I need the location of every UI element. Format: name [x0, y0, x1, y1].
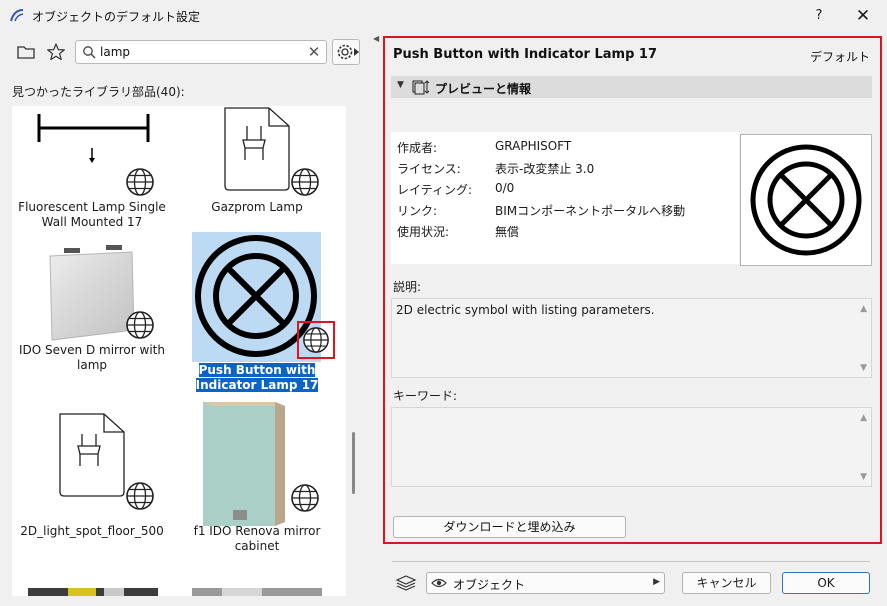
- preview-info-section-header[interactable]: ▼ プレビューと情報: [391, 76, 872, 98]
- library-toolbar: ✕: [0, 38, 372, 66]
- collapse-arrow-icon[interactable]: ▼: [397, 80, 404, 90]
- layer-icon[interactable]: [394, 574, 418, 592]
- keywords-label: キーワード:: [393, 389, 458, 403]
- chevron-right-icon: [354, 48, 359, 56]
- globe-icon: [126, 311, 154, 339]
- info-key: ライセンス:: [397, 162, 461, 176]
- library-item-selected[interactable]: Push Button with Indicator Lamp 17: [177, 232, 337, 394]
- globe-icon: [291, 484, 319, 512]
- info-row-author: 作成者: GRAPHISOFT: [397, 139, 737, 159]
- object-preview: [740, 134, 872, 266]
- scroll-down-icon[interactable]: ▼: [860, 363, 867, 373]
- collapse-left-icon[interactable]: ◀: [373, 34, 379, 43]
- section-title: プレビューと情報: [435, 82, 532, 96]
- info-value: 無償: [495, 225, 520, 239]
- info-row-usage: 使用状況: 無償: [397, 223, 737, 243]
- globe-icon: [126, 482, 154, 510]
- gear-icon: [337, 44, 353, 60]
- found-count-label: 見つかったライブラリ部品(40):: [12, 85, 185, 99]
- keywords-field[interactable]: ▲ ▼: [391, 407, 872, 487]
- globe-icon: [291, 168, 319, 196]
- details-pane: Push Button with Indicator Lamp 17 デフォルト…: [383, 36, 882, 544]
- library-grid[interactable]: Fluorescent Lamp Single Wall Mounted 17 …: [12, 106, 346, 596]
- description-label: 説明:: [393, 280, 422, 294]
- scroll-up-icon[interactable]: ▲: [860, 413, 867, 423]
- default-label[interactable]: デフォルト: [810, 48, 870, 65]
- layer-dropdown[interactable]: オブジェクト ▶: [426, 572, 665, 594]
- library-item[interactable]: 2D_light_spot_floor_500: [12, 398, 172, 560]
- info-value: GRAPHISOFT: [495, 139, 572, 153]
- info-value: 表示-改変禁止 3.0: [495, 162, 595, 176]
- ok-button[interactable]: OK: [782, 572, 870, 594]
- item-label: Push Button with Indicator Lamp 17: [195, 363, 319, 392]
- item-thumbnail: [49, 245, 135, 341]
- library-item[interactable]: f1 IDO Renova mirror cabinet: [177, 398, 337, 560]
- bim-portal-link[interactable]: BIMコンポーネントポータルへ移動: [495, 202, 685, 219]
- folder-icon[interactable]: [16, 42, 36, 62]
- library-scrollbar[interactable]: [352, 432, 355, 494]
- item-thumbnail-partial: [192, 588, 322, 596]
- search-settings-button[interactable]: [332, 39, 360, 65]
- scroll-up-icon[interactable]: ▲: [860, 304, 867, 314]
- object-info-panel: 作成者: GRAPHISOFT ライセンス: 表示-改変禁止 3.0 レイティン…: [391, 132, 739, 264]
- cancel-button[interactable]: キャンセル: [682, 572, 771, 594]
- item-label: f1 IDO Renova mirror cabinet: [193, 524, 321, 553]
- search-icon: [83, 46, 96, 59]
- scroll-down-icon[interactable]: ▼: [860, 472, 867, 482]
- download-embed-button[interactable]: ダウンロードと埋め込み: [393, 516, 626, 538]
- globe-icon: [126, 168, 154, 196]
- info-row-rating: レイティング: 0/0: [397, 181, 737, 201]
- close-button[interactable]: ✕: [849, 4, 877, 28]
- footer-divider: [392, 561, 870, 562]
- item-label: Gazprom Lamp: [211, 200, 303, 214]
- item-label: IDO Seven D mirror with lamp: [19, 343, 165, 372]
- item-thumbnail-partial: [28, 588, 158, 596]
- title-bar: オブジェクトのデフォルト設定 ? ✕: [0, 0, 887, 32]
- object-title: Push Button with Indicator Lamp 17: [393, 47, 658, 62]
- info-row-link: リンク: BIMコンポーネントポータルへ移動: [397, 202, 737, 222]
- preview-info-icon: [412, 80, 430, 95]
- archicad-icon: [10, 9, 24, 22]
- window-title: オブジェクトのデフォルト設定: [32, 10, 201, 24]
- eye-icon: [431, 578, 447, 588]
- info-value: 0/0: [495, 181, 515, 195]
- search-input[interactable]: [100, 43, 300, 61]
- item-label: 2D_light_spot_floor_500: [20, 524, 164, 538]
- description-field[interactable]: 2D electric symbol with listing paramete…: [391, 298, 872, 378]
- description-text: 2D electric symbol with listing paramete…: [396, 303, 655, 317]
- clear-search-icon[interactable]: ✕: [305, 43, 323, 61]
- layer-name: オブジェクト: [453, 578, 526, 592]
- search-field[interactable]: ✕: [75, 40, 327, 64]
- library-pane: ✕ 見つかったライブラリ部品(40):: [0, 32, 372, 606]
- globe-icon-highlight: [297, 321, 335, 359]
- star-icon[interactable]: [46, 42, 66, 62]
- pane-splitter[interactable]: ◀: [372, 32, 380, 606]
- info-key: レイティング:: [397, 183, 473, 197]
- info-key: 作成者:: [397, 141, 438, 155]
- info-row-license: ライセンス: 表示-改変禁止 3.0: [397, 160, 737, 180]
- help-button[interactable]: ?: [806, 4, 832, 28]
- info-key: リンク:: [397, 204, 438, 218]
- library-item[interactable]: IDO Seven D mirror with lamp: [12, 232, 172, 394]
- info-key: 使用状況:: [397, 225, 450, 239]
- item-label: Fluorescent Lamp Single Wall Mounted 17: [18, 200, 166, 229]
- push-button-lamp-symbol: [750, 144, 862, 256]
- chevron-right-icon: ▶: [653, 577, 660, 587]
